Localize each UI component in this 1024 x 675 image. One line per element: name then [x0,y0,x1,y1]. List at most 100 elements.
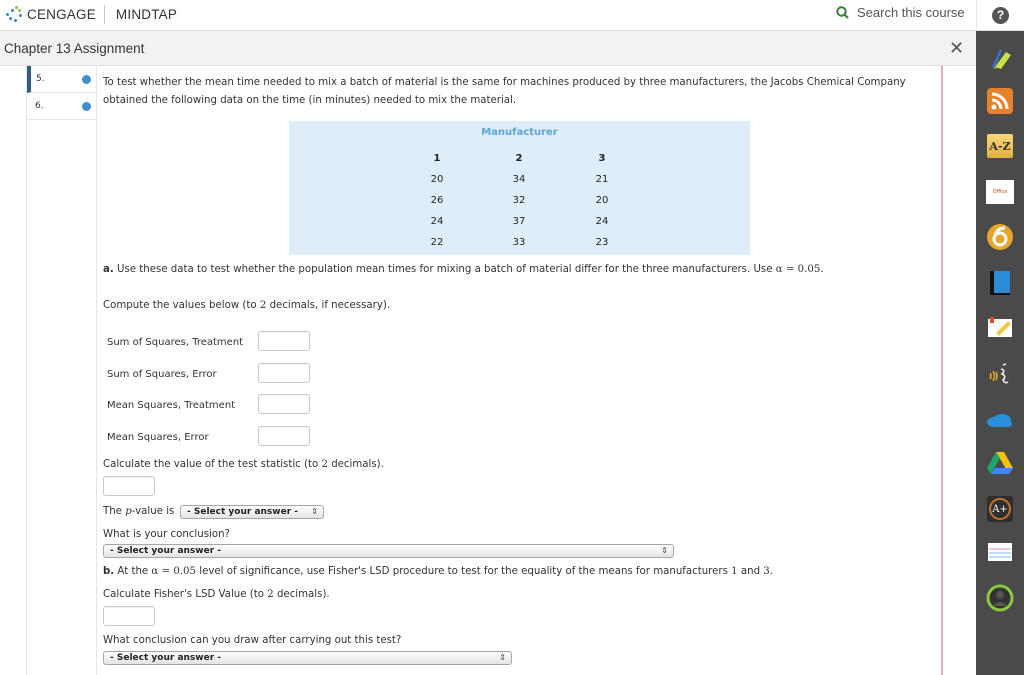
table-title: Manufacturer [481,127,558,138]
cengage-logo[interactable]: CENGAGE MINDTAP [4,4,177,24]
page-title: Chapter 13 Assignment [4,41,145,56]
lsd-conclusion-label: What conclusion can you draw after carry… [103,635,402,646]
part-b-prompt: b. At the α = 0.05 level of significance… [103,563,773,581]
help-icon[interactable]: ? [992,6,1009,24]
select-value: - Select your answer - [187,507,299,517]
question-intro: To test whether the mean time needed to … [103,74,933,110]
test-stat-instruction: Calculate the value of the test statisti… [103,456,384,474]
search-label: Search this course [857,5,965,20]
close-icon[interactable]: ✕ [949,40,964,58]
ss-error-input[interactable] [258,363,310,383]
compute-prefix: Compute the values below (to [103,300,257,311]
compute-instruction: Compute the values below (to 2 decimals,… [103,297,390,315]
lsd-prefix: Calculate Fisher's LSD Value (to [103,589,264,600]
pvalue-suffix: -value is [131,506,175,517]
compute-decimals: 2 [259,300,267,311]
part-b-prefix: At the [117,566,149,577]
part-b-text: level of significance, use Fisher's LSD … [199,566,728,577]
table-cell: 33 [512,237,526,248]
part-b-and: and [740,566,761,577]
part-a-text: Use these data to test whether the popul… [117,264,773,275]
lsd-conclusion-select[interactable]: - Select your answer - ⇕ [103,651,512,665]
select-arrows-icon: ⇕ [311,507,318,516]
search-icon [836,6,849,19]
search-course[interactable]: Search this course [836,5,965,20]
profile-icon[interactable] [986,584,1014,612]
lsd-suffix: decimals). [276,589,330,600]
pvalue-select[interactable]: - Select your answer - ⇕ [180,505,324,519]
highlighter-icon[interactable] [986,43,1014,71]
alpha-expression: α = 0.05 [775,264,821,275]
notes-icon[interactable] [986,314,1014,342]
help-area: ? [976,0,1024,31]
test-stat-prefix: Calculate the value of the test statisti… [103,459,319,470]
period: . [769,566,774,577]
field-label: Sum of Squares, Error [107,369,217,380]
conclusion-label: What is your conclusion? [103,529,230,540]
brand-name: CENGAGE [27,6,96,22]
select-arrows-icon: ⇕ [499,653,506,662]
table-cell: 24 [595,216,609,227]
book-icon[interactable] [986,269,1014,297]
question-nav-item-6[interactable]: 6. [27,93,96,120]
notebook-icon[interactable] [986,539,1014,567]
assignment-content: 5. 6. To test whether the mean time need… [0,66,976,675]
test-stat-decimals: 2 [321,459,328,470]
question-nav: 5. 6. [26,66,97,675]
intro-line-1: To test whether the mean time needed to … [103,77,906,88]
ss-treatment-input[interactable] [258,331,310,351]
status-dot-icon [82,102,91,111]
conclusion-select[interactable]: - Select your answer - ⇕ [103,544,674,558]
lsd-value-input[interactable] [103,606,155,626]
table-header: 1 [433,153,441,164]
question-number: 5. [36,74,45,84]
ms-error-input[interactable] [258,426,310,446]
table-header: 3 [598,153,606,164]
compute-suffix: decimals, if necessary). [269,300,391,311]
product-name: MINDTAP [115,6,178,22]
intro-line-2: obtained the following data on the time … [103,95,517,106]
table-cell: 24 [430,216,444,227]
pearltrees-icon[interactable] [986,223,1014,251]
ms-treatment-input[interactable] [258,394,310,414]
table-cell: 32 [512,195,526,206]
period: . [820,264,824,275]
table-cell: 26 [430,195,444,206]
table-cell: 22 [430,237,444,248]
table-cell: 20 [430,174,444,185]
readspeaker-icon[interactable] [986,360,1014,388]
office-icon[interactable]: Office [986,178,1014,206]
select-arrows-icon: ⇕ [661,546,668,555]
cengage-logo-icon [4,5,24,23]
lsd-decimals: 2 [267,589,274,600]
table-header: 2 [515,153,523,164]
part-b-label: b. [103,566,115,577]
app-dock-rail: A-Z Office A+ [976,31,1024,675]
field-label: Sum of Squares, Treatment [107,337,244,348]
brand-divider [103,4,105,24]
onedrive-icon[interactable] [986,405,1014,433]
az-glossary-icon[interactable]: A-Z [986,132,1014,160]
table-cell: 23 [595,237,609,248]
aplus-icon[interactable]: A+ [986,495,1014,523]
table-cell: 34 [512,174,526,185]
field-label: Mean Squares, Error [107,432,209,443]
table-cell: 21 [595,174,609,185]
rss-icon[interactable] [986,87,1014,115]
lsd-instruction: Calculate Fisher's LSD Value (to 2 decim… [103,586,330,604]
part-a-prompt: a. Use these data to test whether the po… [103,261,824,279]
test-stat-suffix: decimals). [331,459,384,470]
select-value: - Select your answer - [110,546,222,556]
table-cell: 37 [512,216,526,227]
pvalue-prefix: The [103,506,122,517]
test-statistic-input[interactable] [103,476,155,496]
status-dot-icon [82,75,91,84]
pvalue-row: The p-value is [103,503,174,521]
part-a-label: a. [103,264,114,275]
part-b-alpha: α = 0.05 [151,566,196,577]
table-cell: 20 [595,195,609,206]
google-drive-icon[interactable] [986,449,1014,477]
question-nav-item-5[interactable]: 5. [27,66,96,93]
data-table: Manufacturer 1 2 3 20 34 21 26 32 20 24 … [289,121,750,255]
question-number: 6. [35,101,44,111]
